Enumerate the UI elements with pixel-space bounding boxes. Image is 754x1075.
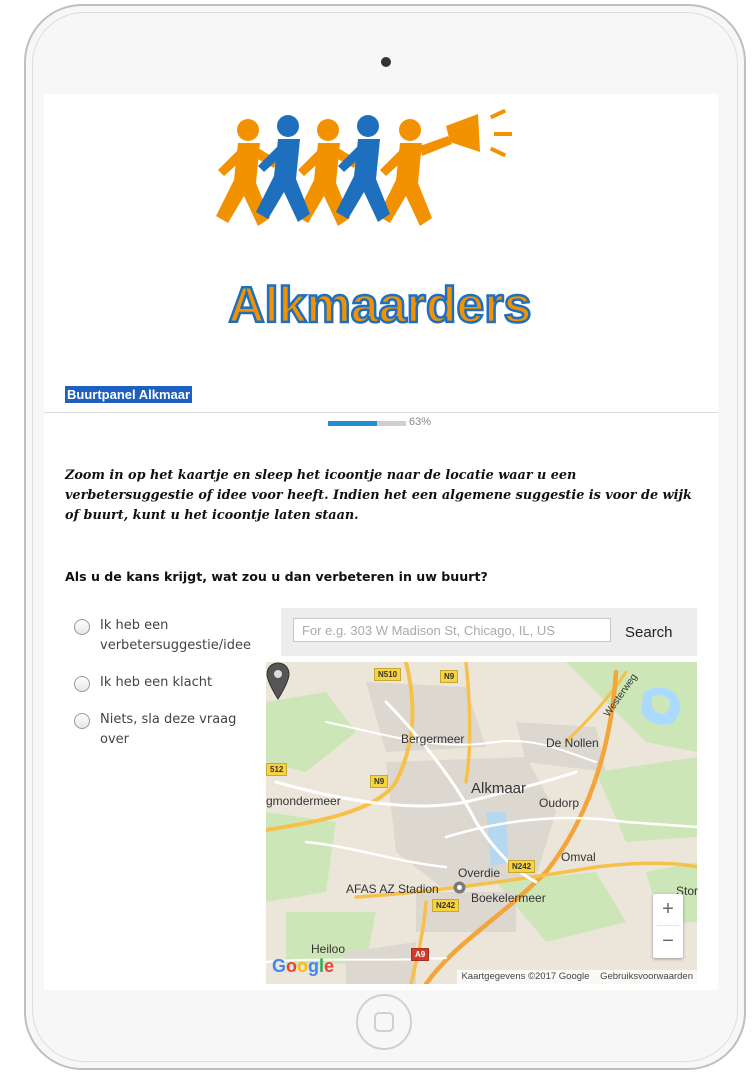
map-label-boekelermeer: Boekelermeer [471, 891, 546, 905]
map-data-credit: Kaartgegevens ©2017 Google [461, 971, 590, 982]
progress-bar [328, 421, 406, 426]
road-badge-a9: A9 [411, 948, 430, 961]
home-button[interactable] [356, 994, 412, 1050]
logo-wordmark: Alkmaarders [229, 277, 532, 333]
map-label-de-nollen: De Nollen [546, 736, 599, 750]
option-label: Ik heb een verbetersuggestie/idee [100, 618, 251, 653]
camera-icon [381, 57, 391, 67]
google-logo-letter: g [308, 956, 320, 976]
google-logo-letter: o [297, 956, 309, 976]
instruction-text: Zoom in op het kaartje en sleep het icoo… [65, 468, 692, 523]
google-logo: Google [272, 956, 334, 977]
map-label-overdie: Overdie [458, 866, 501, 880]
radio-button[interactable] [74, 713, 90, 729]
terms-link[interactable]: Gebruiksvoorwaarden [600, 971, 693, 982]
alkmaarders-logo: Alkmaarders [216, 108, 533, 334]
zoom-in-button[interactable]: + [653, 894, 683, 925]
road-badge-n9-mid: N9 [370, 775, 389, 788]
radio-button[interactable] [74, 676, 90, 692]
road-badge-n9: N9 [440, 670, 459, 683]
option-complaint[interactable]: Ik heb een klacht [74, 673, 264, 693]
road-badge-512: 512 [266, 763, 288, 776]
map-search-bar: Search [281, 608, 697, 656]
map[interactable]: Bergermeer De Nollen Westerweg Alkmaar O… [266, 662, 698, 984]
option-suggestion[interactable]: Ik heb een verbetersuggestie/idee [74, 616, 264, 656]
option-label: Ik heb een klacht [100, 675, 213, 690]
megaphone-rays [489, 108, 512, 158]
road-badge-n242-mid: N242 [432, 899, 460, 912]
map-label-omval: Omval [561, 850, 596, 864]
progress-label: 63% [409, 416, 432, 428]
header-divider [44, 412, 718, 413]
map-label-bergermeer: Bergermeer [401, 732, 465, 746]
map-pin-icon[interactable] [266, 662, 290, 700]
google-logo-letter: o [286, 956, 298, 976]
question-title: Als u de kans krijgt, wat zou u dan verb… [65, 569, 488, 584]
road-badge-n510: N510 [374, 668, 402, 681]
zoom-out-button[interactable]: − [653, 926, 683, 957]
map-label-alkmaar: Alkmaar [471, 780, 527, 797]
home-square-icon [374, 1012, 394, 1032]
road-badge-n242: N242 [508, 860, 536, 873]
address-search-input[interactable] [293, 618, 611, 642]
map-label-afas-stadion: AFAS AZ Stadion [346, 882, 439, 896]
map-label-egmondermeer: gmondermeer [266, 794, 341, 808]
answer-options: Ik heb een verbetersuggestie/idee Ik heb… [74, 616, 264, 767]
google-logo-letter: G [272, 956, 287, 976]
option-label: Niets, sla deze vraag over [100, 712, 237, 747]
map-label-heiloo: Heiloo [311, 942, 346, 956]
screen: Alkmaarders Buurtpanel Alkmaar 63% Zoom … [44, 94, 718, 990]
panel-title: Buurtpanel Alkmaar [65, 386, 193, 403]
map-attribution: Kaartgegevens ©2017 Google Gebruiksvoorw… [457, 970, 697, 984]
google-logo-letter: e [324, 956, 335, 976]
stadium-icon [453, 881, 466, 894]
map-zoom-control: + − [653, 894, 683, 958]
map-label-oudorp: Oudorp [539, 796, 580, 810]
map-search-button[interactable]: Search [625, 624, 673, 641]
option-skip[interactable]: Niets, sla deze vraag over [74, 710, 264, 750]
map-base [266, 662, 697, 984]
progress-fill [328, 421, 378, 426]
radio-button[interactable] [74, 619, 90, 635]
